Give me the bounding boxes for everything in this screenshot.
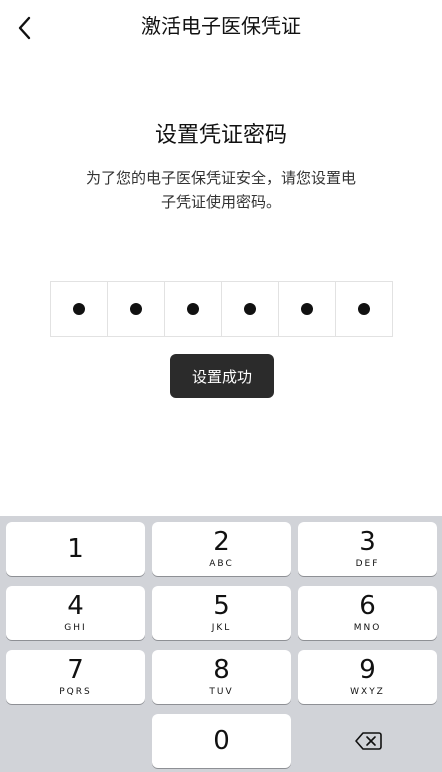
key-5[interactable]: 5 JKL [152,586,291,640]
success-toast: 设置成功 [170,354,274,398]
key-letters: WXYZ [350,687,385,697]
key-blank [6,714,145,768]
key-digit: 0 [213,726,230,756]
pin-cell-4 [222,282,279,336]
key-0[interactable]: 0 [152,714,291,768]
key-3[interactable]: 3 DEF [298,522,437,576]
key-digit: 3 [359,527,376,557]
key-1[interactable]: 1 [6,522,145,576]
backspace-icon [354,732,382,750]
key-digit: 1 [67,534,84,564]
pin-cell-1 [51,282,108,336]
pin-cell-2 [108,282,165,336]
key-letters: TUV [209,687,234,697]
pin-cell-3 [165,282,222,336]
numeric-keypad: 1 2 ABC 3 DEF 4 GHI 5 JKL 6 MNO 7 PQRS 8… [0,516,442,772]
pin-dot [187,303,199,315]
key-8[interactable]: 8 TUV [152,650,291,704]
key-digit: 4 [67,591,84,621]
key-digit: 7 [67,655,84,685]
key-digit: 8 [213,655,230,685]
key-2[interactable]: 2 ABC [152,522,291,576]
key-letters: PQRS [59,687,92,697]
key-digit: 9 [359,655,376,685]
pin-dot [73,303,85,315]
key-6[interactable]: 6 MNO [298,586,437,640]
pin-dot [244,303,256,315]
key-4[interactable]: 4 GHI [6,586,145,640]
section-subtitle: 为了您的电子医保凭证安全，请您设置电子凭证使用密码。 [85,169,356,211]
key-9[interactable]: 9 WXYZ [298,650,437,704]
key-digit: 6 [359,591,376,621]
key-digit: 2 [213,527,230,557]
section-heading: 设置凭证密码 [154,123,287,148]
pin-cell-6 [336,282,392,336]
nav-bar: 激活电子医保凭证 [0,0,442,56]
key-letters: GHI [64,623,87,633]
key-letters: MNO [353,623,382,633]
pin-cell-5 [279,282,336,336]
backspace-key[interactable] [298,714,437,768]
pin-dot [130,303,142,315]
pin-input[interactable] [50,281,393,337]
key-letters: DEF [355,559,380,569]
page-title: 激活电子医保凭证 [141,14,301,38]
key-7[interactable]: 7 PQRS [6,650,145,704]
pin-dot [301,303,313,315]
pin-dot [358,303,370,315]
key-letters: JKL [211,623,232,633]
key-letters: ABC [209,559,234,569]
key-digit: 5 [213,591,230,621]
